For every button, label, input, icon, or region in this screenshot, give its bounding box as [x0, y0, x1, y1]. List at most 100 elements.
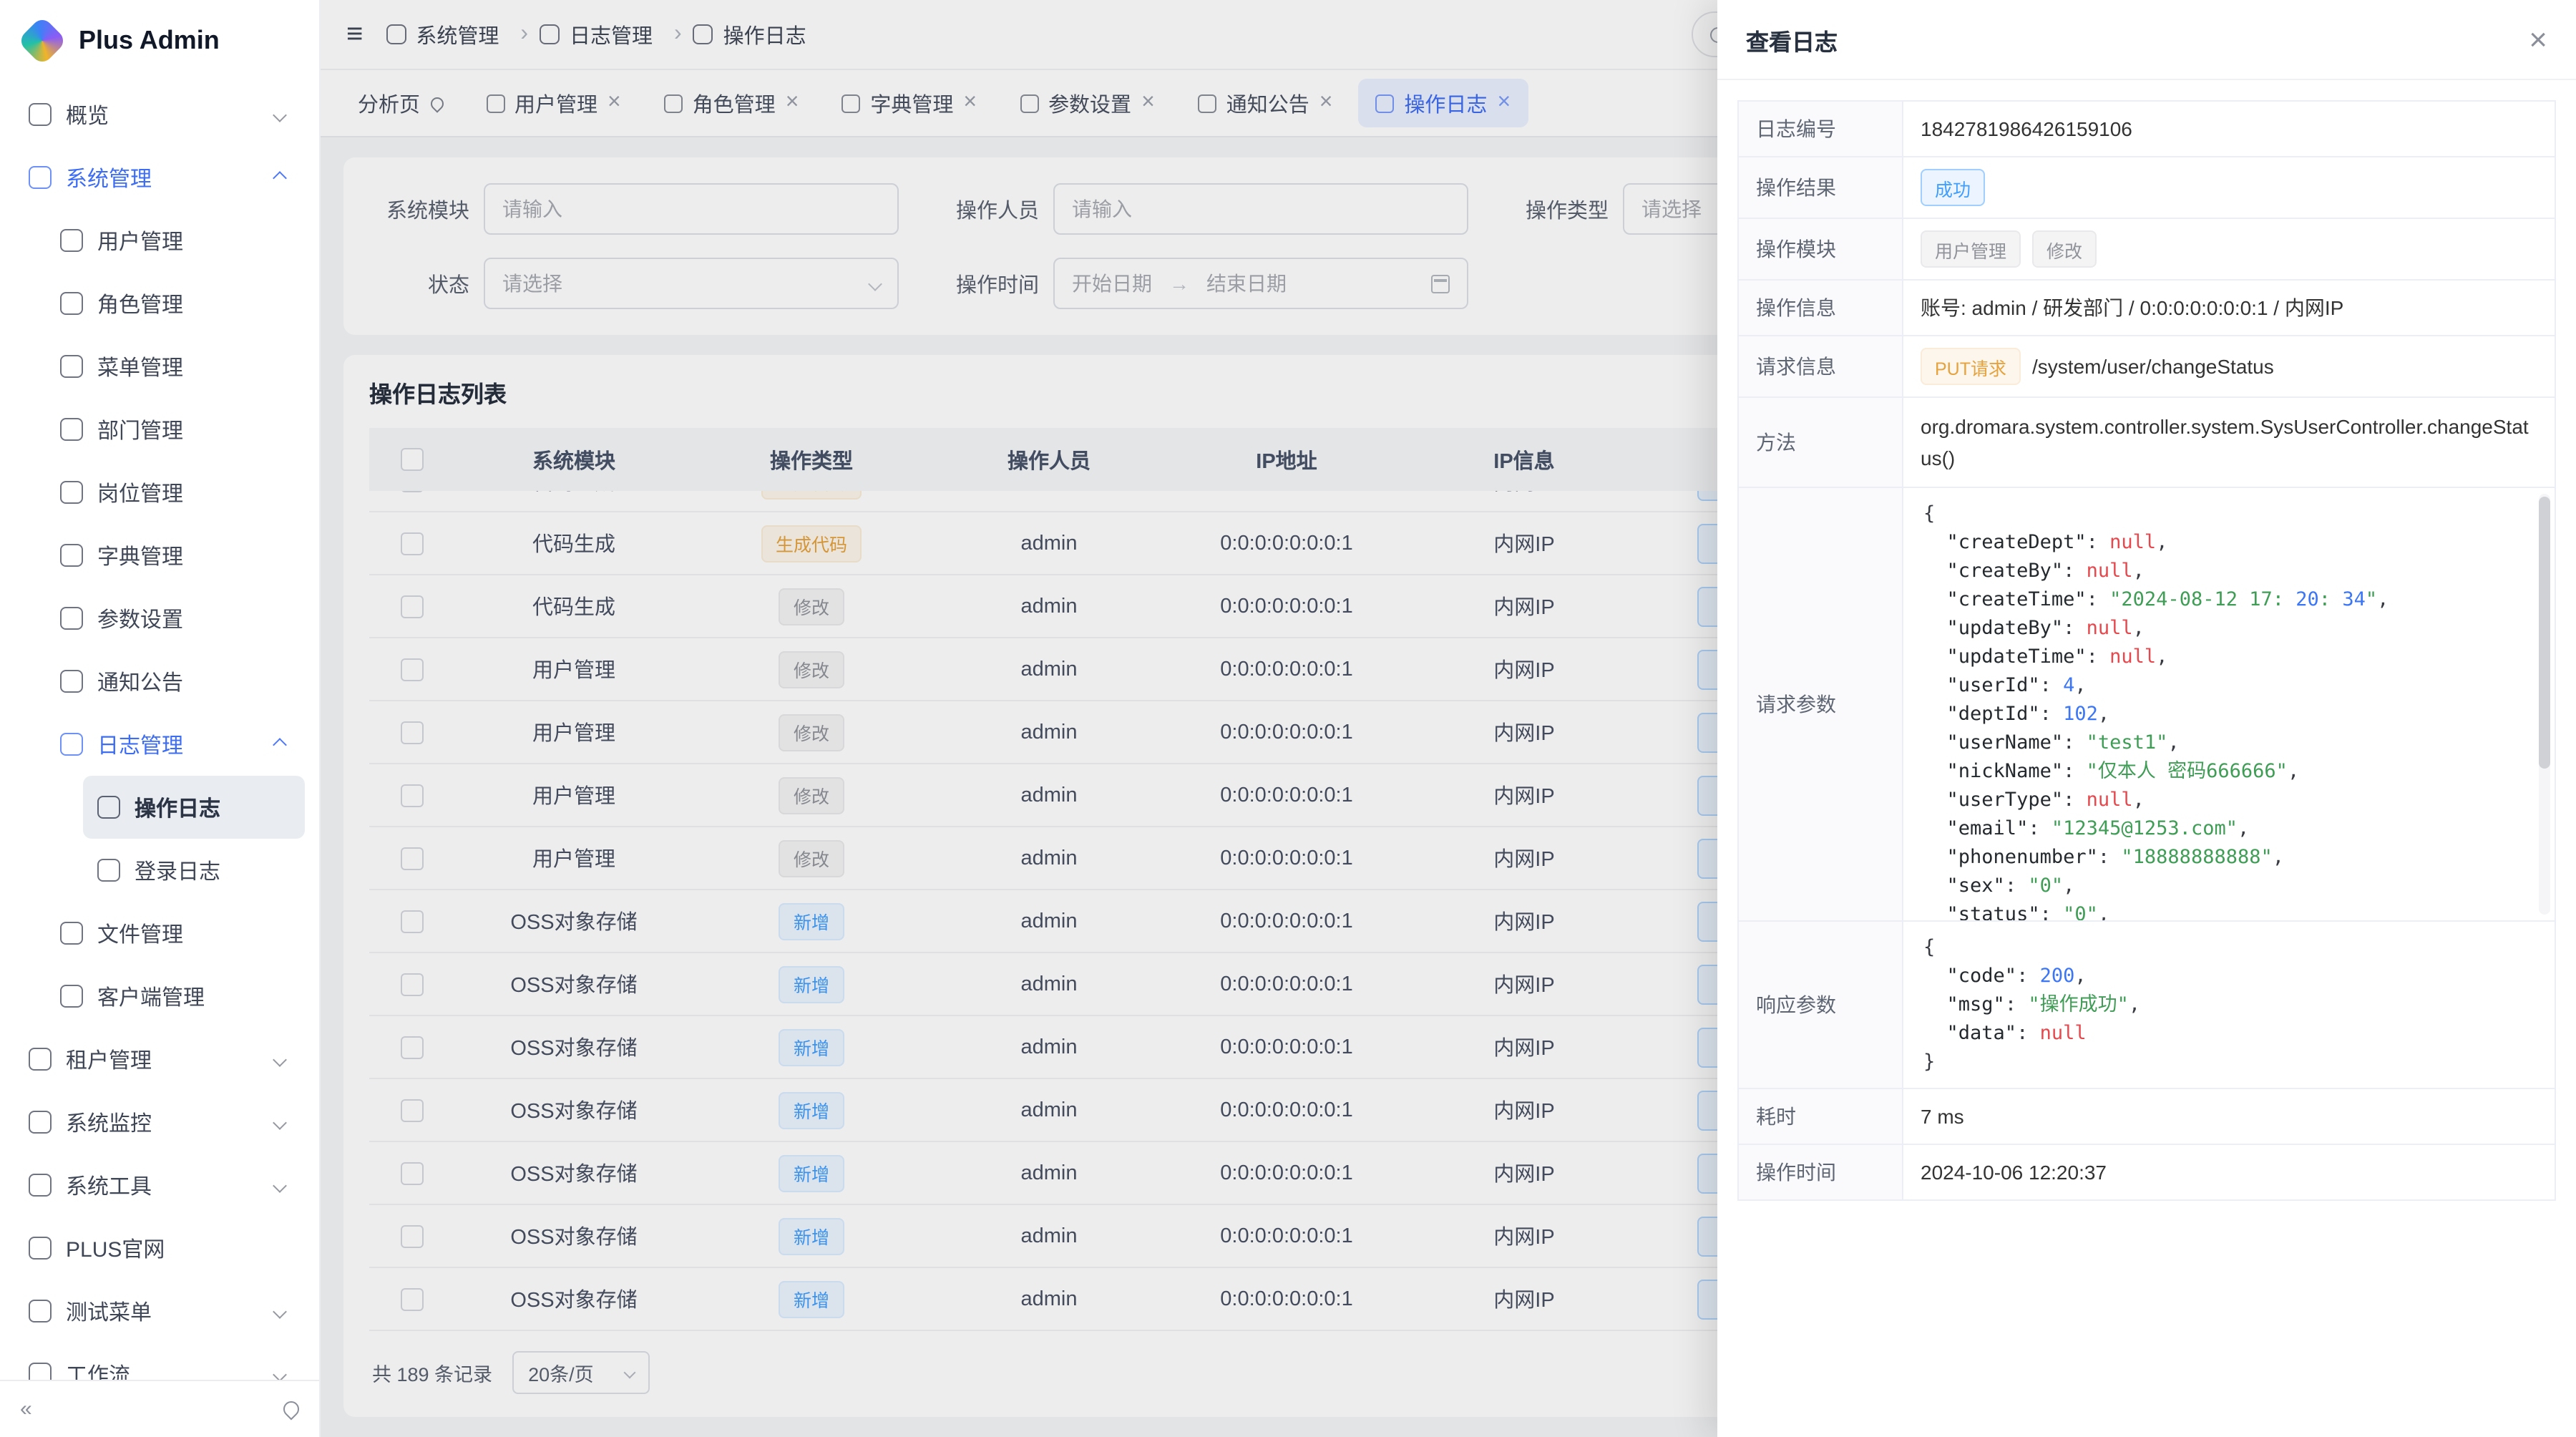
sidebar-item[interactable]: PLUS官网 [14, 1217, 305, 1280]
date-start-placeholder: 开始日期 [1072, 269, 1152, 298]
sidebar-item[interactable]: 系统监控 [14, 1091, 305, 1154]
row-checkbox[interactable] [401, 658, 424, 681]
sidebar-item[interactable]: 部门管理 [14, 398, 305, 461]
row-checkbox[interactable] [401, 721, 424, 744]
view-log-drawer: 查看日志 × 日志编号 1842781986426159106 操作结果 成功 … [1717, 0, 2576, 1437]
cell-module: 代码生成 [455, 528, 693, 558]
sidebar-item[interactable]: 概览 [14, 83, 305, 146]
sidebar-item[interactable]: 角色管理 [14, 272, 305, 335]
cell-operator: admin [930, 1099, 1168, 1121]
cell-ip-info: 内网IP [1405, 969, 1643, 999]
sidebar-item[interactable]: 登录日志 [83, 839, 305, 902]
dept-manage-icon [60, 418, 83, 441]
page-tab[interactable]: 字典管理 [824, 79, 994, 127]
breadcrumb-item-label: 日志管理 [570, 19, 653, 49]
page-size-select[interactable]: 20条/页 [512, 1351, 650, 1394]
cell-module: 代码生成 [455, 591, 693, 621]
type-tag: 新增 [779, 1280, 844, 1317]
cell-module: OSS对象存储 [455, 1032, 693, 1062]
filter-status-label: 状态 [369, 268, 469, 298]
column-header: IP地址 [1168, 444, 1405, 474]
row-checkbox[interactable] [401, 491, 424, 492]
sidebar-item[interactable]: 通知公告 [14, 650, 305, 713]
row-checkbox[interactable] [401, 1224, 424, 1247]
pin-sidebar-icon[interactable] [280, 1398, 302, 1420]
sidebar-item[interactable]: 用户管理 [14, 209, 305, 272]
cell-ip-info: 内网IP [1405, 1284, 1643, 1314]
breadcrumb-item[interactable]: 操作日志 [693, 19, 828, 49]
sidebar-item[interactable]: 工作流 [14, 1343, 305, 1380]
system-monitor-icon [29, 1111, 52, 1134]
sidebar-item[interactable]: 系统管理 [14, 146, 305, 209]
chevron-down-icon [624, 1367, 636, 1379]
filter-status-placeholder: 请选择 [502, 269, 562, 298]
filter-module-input[interactable] [484, 183, 899, 235]
sidebar-item[interactable]: 菜单管理 [14, 335, 305, 398]
tab-close-icon[interactable] [963, 92, 977, 115]
filter-time-range-picker[interactable]: 开始日期 → 结束日期 [1053, 258, 1468, 309]
page-tab[interactable]: 通知公告 [1181, 79, 1350, 127]
sidebar-item-label: 岗位管理 [97, 477, 291, 507]
request-method-tag: PUT请求 [1921, 348, 2021, 385]
close-icon[interactable]: × [2529, 24, 2547, 55]
total-records-text: 共 189 条记录 [372, 1358, 492, 1387]
cell-ip: 0:0:0:0:0:0:0:1 [1168, 910, 1405, 932]
select-all-checkbox[interactable] [401, 448, 424, 471]
breadcrumb-item-label: 系统管理 [416, 19, 499, 49]
page-tab[interactable]: 参数设置 [1002, 79, 1172, 127]
sidebar-item[interactable]: 客户端管理 [14, 965, 305, 1028]
row-checkbox[interactable] [401, 595, 424, 618]
sidebar-item[interactable]: 操作日志 [83, 776, 305, 839]
sidebar-item[interactable]: 参数设置 [14, 587, 305, 650]
filter-status-select[interactable]: 请选择 [484, 258, 899, 309]
tab-close-icon[interactable] [1141, 92, 1155, 115]
sidebar-item[interactable]: 字典管理 [14, 524, 305, 587]
tab-close-icon[interactable] [1497, 92, 1511, 115]
page-tab[interactable]: 操作日志 [1358, 79, 1528, 127]
sidebar-item[interactable]: 租户管理 [14, 1028, 305, 1091]
cell-module: 用户管理 [455, 780, 693, 810]
log-id-value: 1842781986426159106 [1903, 102, 2555, 156]
sidebar-item[interactable]: 文件管理 [14, 902, 305, 965]
hamburger-menu-icon[interactable]: ≡ [346, 20, 363, 49]
page-tab[interactable]: 用户管理 [469, 79, 638, 127]
sidebar-item[interactable]: 岗位管理 [14, 461, 305, 524]
menu-manage-icon [60, 355, 83, 378]
row-checkbox[interactable] [401, 1161, 424, 1184]
cell-ip-info: 内网IP [1405, 1221, 1643, 1251]
page-tab[interactable]: 分析页 [341, 79, 460, 127]
row-checkbox[interactable] [401, 1287, 424, 1310]
row-checkbox[interactable] [401, 1036, 424, 1058]
breadcrumb-item[interactable]: 日志管理 [540, 19, 682, 49]
row-checkbox[interactable] [401, 973, 424, 995]
breadcrumb: 系统管理 日志管理 操作日志 [386, 19, 827, 49]
cell-module: OSS对象存储 [455, 1221, 693, 1251]
type-tag: 新增 [779, 902, 844, 940]
user-manage-icon [60, 229, 83, 252]
cell-operator: admin [930, 595, 1168, 618]
scrollbar-track[interactable] [2539, 494, 2550, 915]
sidebar-item-label: 日志管理 [97, 729, 260, 759]
plus-site-icon [29, 1237, 52, 1260]
scrollbar-thumb[interactable] [2539, 497, 2550, 769]
page-tab[interactable]: 角色管理 [647, 79, 816, 127]
sidebar-item[interactable]: 日志管理 [14, 713, 305, 776]
sidebar-item[interactable]: 测试菜单 [14, 1280, 305, 1343]
breadcrumb-item[interactable]: 系统管理 [386, 19, 528, 49]
row-checkbox[interactable] [401, 1099, 424, 1121]
collapse-sidebar-icon[interactable]: « [20, 1397, 32, 1421]
logo[interactable]: Plus Admin [0, 0, 319, 80]
tab-close-icon[interactable] [608, 92, 621, 115]
row-checkbox[interactable] [401, 532, 424, 555]
sidebar-item[interactable]: 系统工具 [14, 1154, 305, 1217]
detail-label: 耗时 [1739, 1089, 1903, 1144]
cell-operator: admin [930, 1161, 1168, 1184]
filter-operator-input[interactable] [1053, 183, 1468, 235]
filter-operator-label: 操作人员 [939, 194, 1039, 224]
tab-close-icon[interactable] [1319, 92, 1333, 115]
row-checkbox[interactable] [401, 847, 424, 869]
row-checkbox[interactable] [401, 910, 424, 932]
tab-close-icon[interactable] [786, 92, 799, 115]
row-checkbox[interactable] [401, 784, 424, 807]
cell-module: 用户管理 [455, 843, 693, 873]
